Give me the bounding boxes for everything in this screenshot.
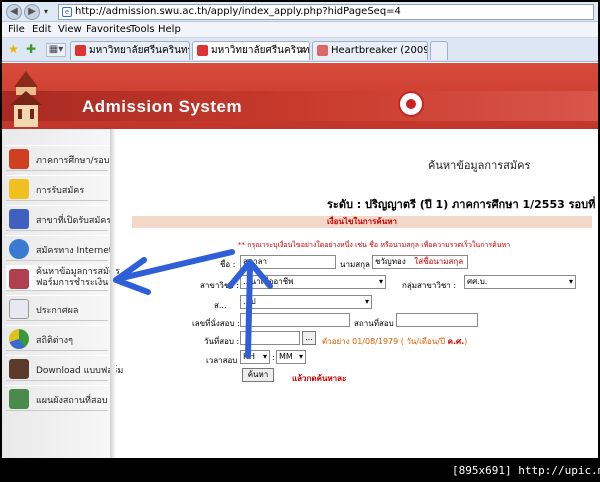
exam-place-input[interactable]: [396, 313, 478, 327]
tab-label: มหาวิทยาลัยศรีนครินทรวิ...: [211, 45, 310, 56]
sidebar-item-apply-internet[interactable]: สมัครทาง Internet: [6, 235, 112, 261]
sidebar-item-label: สถิติต่างๆ: [36, 336, 73, 346]
date-example-era: ค.ศ.: [447, 337, 465, 346]
level-heading: ระดับ : ปริญญาตรี (ปี 1) ภาคการศึกษา 1/2…: [327, 198, 598, 211]
close-tab-icon[interactable]: ✕: [298, 42, 306, 59]
calendar-icon: [9, 149, 29, 169]
tab-favicon-icon: [317, 45, 328, 56]
last-name-input[interactable]: ชวัญทอง ใส่ชื่อนามสกุล: [372, 255, 468, 269]
last-name-label: นามสกุล :: [340, 260, 376, 269]
sidebar-item-statistics[interactable]: สถิติต่างๆ: [6, 325, 108, 351]
search-button[interactable]: ค้นหา: [242, 368, 274, 382]
page-icon: e: [62, 7, 72, 17]
tab-3[interactable]: Heartbreaker (2009) ★ ...: [312, 41, 428, 60]
condition-title: เงื่อนไขในการค้นหา: [327, 217, 397, 226]
major-group-select[interactable]: ศศ.บ.: [464, 275, 576, 289]
globe-icon: [9, 239, 29, 259]
menu-view[interactable]: View: [58, 24, 82, 35]
tab-label: มหาวิทยาลัยศรีนครินทรวิโร...: [89, 45, 190, 56]
menu-bar: File Edit View Favorites Tools Help: [2, 22, 598, 38]
menu-favorites[interactable]: Favorites: [86, 24, 131, 35]
tab-favicon-icon: [75, 45, 86, 56]
favorites-star-icon[interactable]: ★: [8, 42, 19, 56]
menu-tools[interactable]: Tools: [130, 24, 155, 35]
sidebar-item-semester[interactable]: ภาคการศึกษา/รอบ: [6, 145, 110, 171]
sidebar: ภาคการศึกษา/รอบ การรับสมัคร สาขาที่เปิดร…: [2, 129, 123, 458]
address-toolbar: ◀ ▶ ▾ e http://admission.swu.ac.th/apply…: [2, 2, 598, 22]
major-group-label: กลุ่มสาขาวิชา :: [402, 281, 457, 290]
page-title: ค้นหาข้อมูลการสมัคร: [428, 159, 531, 172]
header-banner: Admission System: [2, 63, 598, 129]
last-name-hint: ใส่ชื่อนามสกุล: [414, 257, 464, 266]
browser-window: ◀ ▶ ▾ e http://admission.swu.ac.th/apply…: [2, 2, 598, 458]
sidebar-item-label: แผนผังสถานที่สอบ: [36, 396, 108, 406]
calendar-button[interactable]: ...: [302, 331, 316, 345]
address-bar[interactable]: e http://admission.swu.ac.th/apply/index…: [58, 4, 594, 20]
pie-chart-icon: [9, 329, 29, 349]
tab-bar: ★ ✚ ▦▾ มหาวิทยาลัยศรีนครินทรวิโร... มหาว…: [2, 38, 598, 62]
folder-icon: [9, 179, 29, 199]
tab-1[interactable]: มหาวิทยาลัยศรีนครินทรวิโร...: [70, 41, 190, 60]
university-seal-icon: [398, 91, 424, 117]
sidebar-item-search-application[interactable]: ค้นหาข้อมูลการสมัคร ฟอร์มการชำระเงิน: [6, 265, 120, 291]
menu-edit[interactable]: Edit: [32, 24, 51, 35]
search-condition-header: เงื่อนไขในการค้นหา: [132, 216, 592, 228]
after-search-hint: แล้วกดค้นหาละ: [292, 374, 347, 383]
sidebar-item-label: ภาคการศึกษา/รอบ: [36, 156, 110, 166]
date-example-end: ): [464, 337, 468, 346]
sidebar-item-admission[interactable]: การรับสมัคร: [6, 175, 108, 201]
menu-help[interactable]: Help: [158, 24, 181, 35]
back-icon[interactable]: ◀: [6, 4, 22, 20]
date-example-text: ตัวอย่าง 01/08/1979 ( วัน/เดือน/ปี: [322, 337, 448, 346]
history-dropdown-icon[interactable]: ▾: [44, 7, 54, 17]
tab-2-active[interactable]: มหาวิทยาลัยศรีนครินทรวิ... ✕: [192, 41, 310, 60]
url-text: http://admission.swu.ac.th/apply/index_a…: [75, 6, 401, 17]
image-host-watermark: [895x691] http://upic.me/: [452, 464, 600, 477]
tab-favicon-icon: [197, 45, 208, 56]
sidebar-item-label: ประกาศผล: [36, 306, 79, 316]
document-icon: [9, 299, 29, 319]
sidebar-item-majors[interactable]: สาขาที่เปิดรับสมัคร: [6, 205, 112, 231]
sidebar-item-announcement[interactable]: ประกาศผล: [6, 295, 108, 321]
date-example: ตัวอย่าง 01/08/1979 ( วัน/เดือน/ปี ค.ศ.): [322, 335, 467, 348]
sidebar-item-label: การรับสมัคร: [36, 186, 85, 196]
annotation-arrow-up-icon: [227, 259, 273, 359]
download-icon: [9, 359, 29, 379]
add-favorite-icon[interactable]: ✚: [26, 42, 36, 56]
exam-place-label: สถานที่สอบ :: [354, 319, 399, 328]
sidebar-item-label: สมัครทาง Internet: [36, 246, 113, 256]
sidebar-item-label-line2: ฟอร์มการชำระเงิน: [36, 278, 109, 288]
sidebar-item-label: สาขาที่เปิดรับสมัคร: [36, 216, 112, 226]
book-icon: [9, 209, 29, 229]
sidebar-item-download[interactable]: Download แบบฟอร์ม: [6, 355, 123, 381]
app-title: Admission System: [82, 97, 243, 116]
tab-label: Heartbreaker (2009) ★ ...: [331, 45, 427, 56]
new-tab-button[interactable]: [430, 41, 448, 60]
quick-tabs-icon[interactable]: ▦▾: [46, 43, 66, 57]
map-icon: [9, 389, 29, 409]
search-note: ** กรุณาระบุเงื่อนไขอย่างใดอย่างหนึ่ง เช…: [238, 241, 511, 249]
menu-file[interactable]: File: [8, 24, 25, 35]
annotation-arrow-left-icon: [113, 249, 235, 295]
forward-icon[interactable]: ▶: [24, 4, 40, 20]
university-tower-logo: [10, 71, 42, 127]
last-name-value: ชวัญทอง: [375, 257, 406, 266]
sidebar-item-exam-map[interactable]: แผนผังสถานที่สอบ: [6, 385, 108, 411]
search-icon: [9, 269, 29, 289]
screenshot-frame: ◀ ▶ ▾ e http://admission.swu.ac.th/apply…: [0, 0, 600, 482]
